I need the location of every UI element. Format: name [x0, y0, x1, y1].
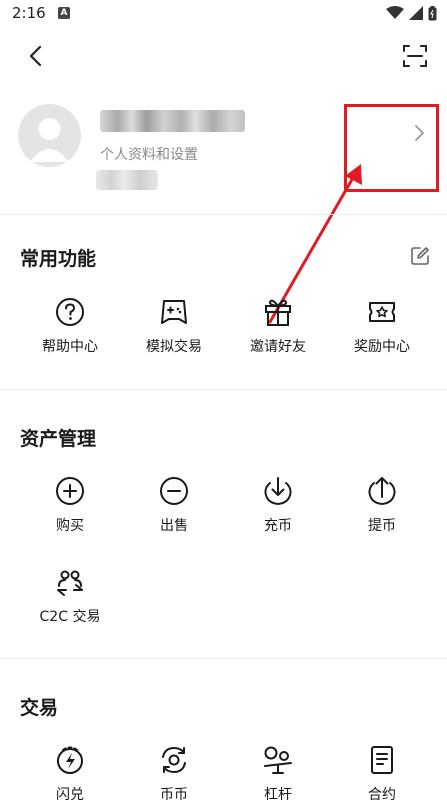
c2c-trading-button[interactable]: C2C 交易 [18, 566, 122, 646]
uid-redacted [96, 170, 158, 190]
section-title-assets: 资产管理 [20, 428, 97, 450]
section-title-trade: 交易 [20, 697, 59, 719]
divider [0, 658, 447, 659]
gift-icon [265, 299, 291, 326]
margin-icon [264, 746, 292, 774]
withdraw-label: 提币 [368, 518, 396, 534]
spot-trading-button[interactable]: 币币 [122, 744, 226, 800]
profile-settings-label: 个人资料和设置 [100, 147, 198, 163]
help-circle-icon [56, 298, 84, 326]
deposit-button[interactable]: 充币 [226, 475, 330, 555]
contract-label: 合约 [368, 787, 396, 800]
c2c-users-icon [57, 570, 83, 596]
status-bar: 2:16 A [0, 0, 447, 26]
withdraw-button[interactable]: 提币 [330, 475, 434, 555]
status-time: 2:16 [12, 4, 46, 22]
flash-swap-button[interactable]: 闪兑 [18, 744, 122, 800]
status-icons [386, 5, 437, 21]
minus-circle-icon [160, 477, 188, 505]
withdraw-arrow-icon [368, 477, 396, 506]
plus-circle-icon [56, 477, 84, 505]
notification-app-icon: A [58, 7, 70, 19]
deposit-arrow-icon [264, 477, 292, 506]
sell-button[interactable]: 出售 [122, 475, 226, 555]
deposit-label: 充币 [264, 518, 292, 534]
reward-center-button[interactable]: 奖励中心 [330, 296, 434, 376]
demo-trading-label: 模拟交易 [146, 339, 202, 355]
username-redacted [100, 110, 245, 132]
edit-icon[interactable] [409, 245, 431, 267]
nav-bar [0, 30, 447, 82]
wifi-icon [386, 6, 404, 19]
invite-friends-label: 邀请好友 [250, 339, 306, 355]
help-center-label: 帮助中心 [42, 339, 98, 355]
signal-icon [409, 6, 423, 20]
flash-swap-icon [57, 746, 83, 774]
invite-friends-button[interactable]: 邀请好友 [226, 296, 330, 376]
buy-label: 购买 [56, 518, 84, 534]
avatar[interactable] [18, 104, 81, 167]
gamepad-icon [161, 300, 187, 324]
annotation-highlight-box [344, 104, 439, 192]
divider [0, 214, 447, 215]
flash-swap-label: 闪兑 [56, 787, 84, 800]
margin-label: 杠杆 [264, 787, 292, 800]
sell-label: 出售 [160, 518, 188, 534]
reward-ticket-icon [369, 302, 395, 322]
back-arrow-icon[interactable] [20, 40, 52, 72]
coin-swap-icon [162, 746, 186, 774]
demo-trading-button[interactable]: 模拟交易 [122, 296, 226, 376]
reward-center-label: 奖励中心 [354, 339, 410, 355]
buy-button[interactable]: 购买 [18, 475, 122, 555]
scan-icon[interactable] [399, 40, 431, 72]
c2c-trading-label: C2C 交易 [39, 609, 101, 625]
help-center-button[interactable]: 帮助中心 [18, 296, 122, 376]
spot-trading-label: 币币 [160, 787, 188, 800]
divider [0, 389, 447, 390]
section-title-common: 常用功能 [20, 248, 97, 270]
contract-button[interactable]: 合约 [330, 744, 434, 800]
contract-doc-icon [371, 746, 393, 774]
margin-button[interactable]: 杠杆 [226, 744, 330, 800]
battery-icon [428, 5, 437, 20]
